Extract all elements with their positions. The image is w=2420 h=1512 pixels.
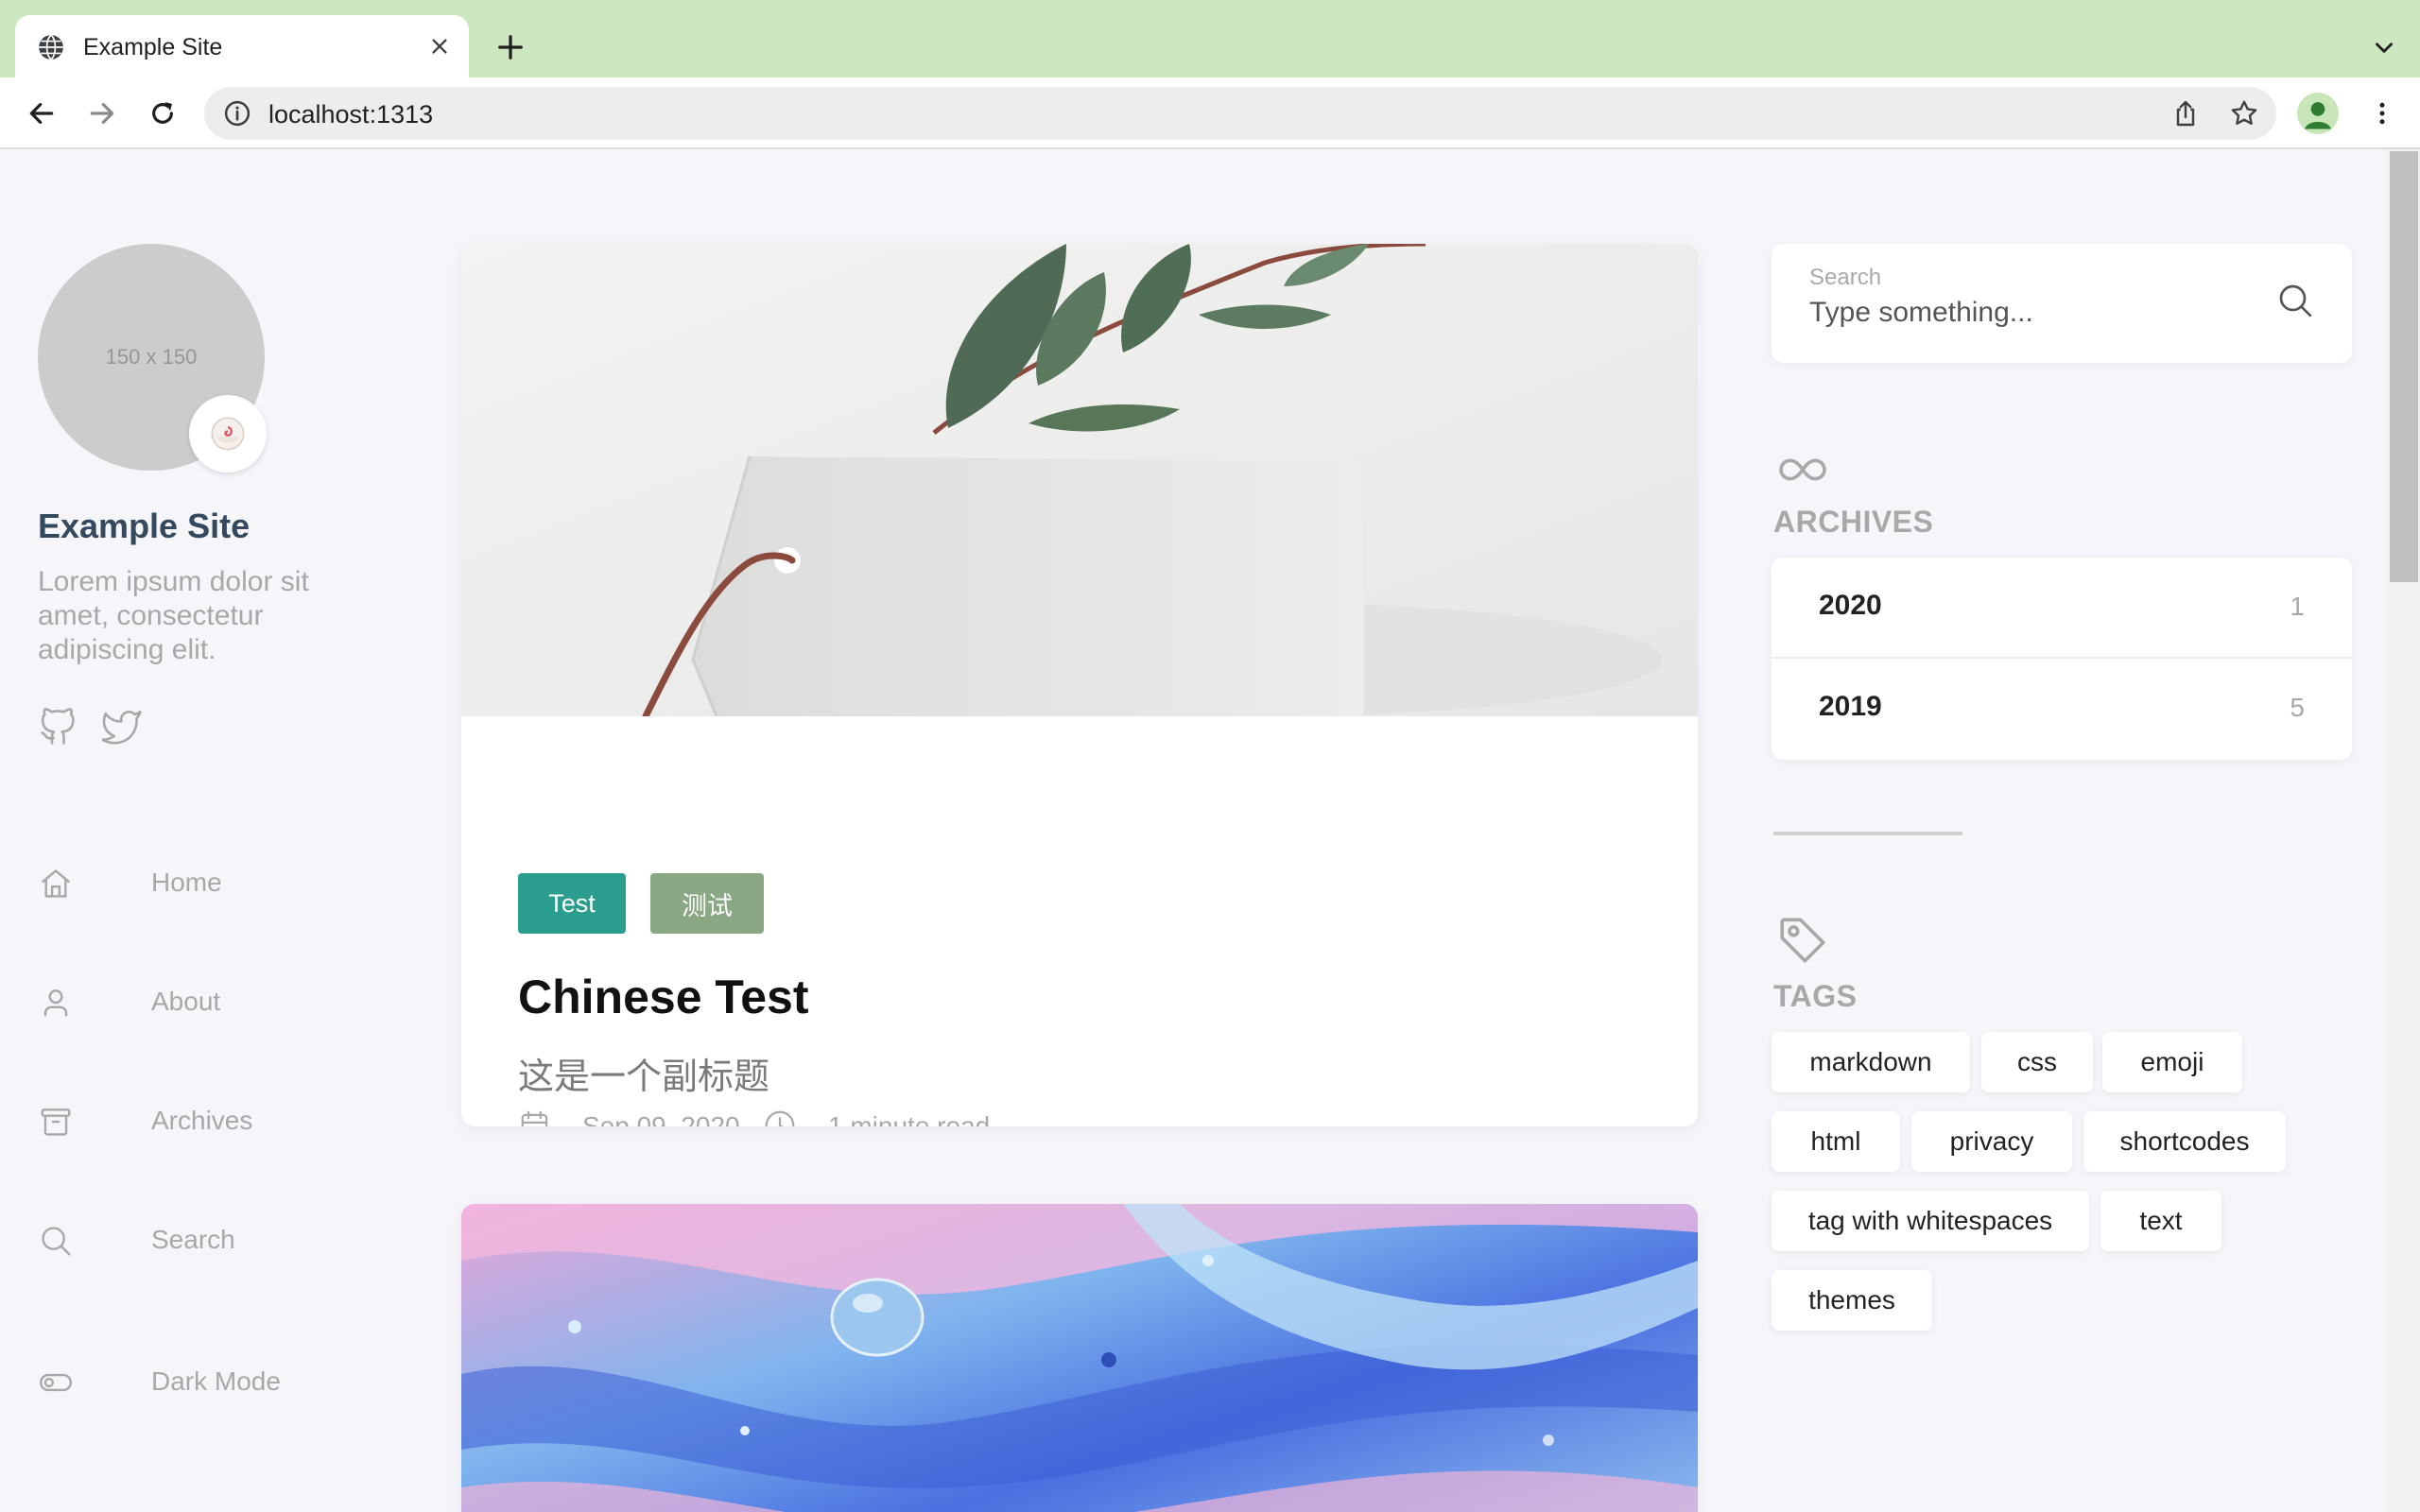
nav-label-dark-mode: Dark Mode [151,1366,281,1396]
back-button[interactable] [23,94,60,132]
archive-item-2019[interactable]: 2019 5 [1772,659,2352,760]
post-date: Sep 09, 2020 [582,1111,740,1126]
search-label: Search [1809,265,1882,290]
archives-title: ARCHIVES [1773,505,1934,539]
nav-label-search: Search [151,1225,235,1254]
github-icon[interactable] [38,705,79,747]
home-icon [41,869,71,898]
tab-search-chevron-icon[interactable] [2365,28,2403,66]
archive-year: 2019 [1819,691,1882,722]
search-icon[interactable] [2276,282,2314,319]
nav-label-archives: Archives [151,1106,253,1135]
search-widget: Search [1772,244,2352,363]
user-icon [43,989,68,1017]
post-card[interactable]: Test 测试 Chinese Test 这是一个副标题 Sep 09, 202… [461,244,1698,1126]
post-card[interactable] [461,1204,1698,1512]
bookmark-star-icon[interactable] [2229,98,2259,129]
tag-pill-css[interactable]: css [1981,1032,2093,1092]
site-info-icon[interactable] [223,99,251,128]
archive-item-2020[interactable]: 2020 1 [1772,558,2352,659]
emoji-badge-icon [189,395,267,472]
tag-pill-privacy[interactable]: privacy [1911,1111,2072,1172]
avatar-placeholder-text: 150 x 150 [105,345,198,369]
search-icon [42,1227,71,1256]
search-input[interactable] [1809,297,2244,329]
tag-pill-themes[interactable]: themes [1772,1270,1932,1331]
post-cover-image[interactable] [461,244,1698,716]
archive-icon [41,1108,71,1136]
tag-pill-tag-with-whitespaces[interactable]: tag with whitespaces [1772,1191,2089,1251]
browser-toolbar: localhost:1313 [0,77,2420,149]
toggle-icon [39,1373,73,1392]
forward-button[interactable] [83,94,121,132]
category-chip-test[interactable]: Test [518,873,626,934]
site-title[interactable]: Example Site [38,507,250,546]
tag-pill-text[interactable]: text [2100,1191,2221,1251]
post-title[interactable]: Chinese Test [518,970,809,1024]
browser-tab[interactable]: Example Site [15,15,469,77]
url-text[interactable]: localhost:1313 [268,100,433,129]
tag-icon [1780,918,1825,963]
page-viewport: 150 x 150 Example Site Lorem ipsum dolor… [0,149,2386,1512]
nav-item-archives[interactable]: Archives [38,1098,378,1143]
tags-title: TAGS [1773,979,1858,1013]
browser-tabstrip: Example Site [0,0,2420,77]
profile-avatar-icon[interactable] [2297,93,2339,134]
tag-pill-markdown[interactable]: markdown [1772,1032,1970,1092]
section-divider [1773,832,1962,835]
address-bar[interactable]: localhost:1313 [204,87,2276,140]
reload-button[interactable] [144,94,182,132]
post-read-time: 1 minute read [828,1111,991,1126]
nav-label-about: About [151,987,221,1016]
category-chip-chinese-test[interactable]: 测试 [650,873,764,934]
tag-pill-html[interactable]: html [1772,1111,1900,1172]
site-description: Lorem ipsum dolor sit amet, consectetur … [38,566,309,665]
twitter-icon[interactable] [102,705,144,747]
page-scrollbar-thumb[interactable] [2390,151,2418,582]
new-tab-button[interactable] [492,28,529,66]
tab-title: Example Site [83,34,223,60]
tag-pill-shortcodes[interactable]: shortcodes [2083,1111,2286,1172]
browser-menu-icon[interactable] [2363,94,2401,132]
post-cover-image[interactable] [461,1204,1698,1512]
infinity-icon [1779,458,1826,481]
tag-pill-emoji[interactable]: emoji [2102,1032,2242,1092]
nav-label-home: Home [151,868,222,897]
clock-icon [765,1110,795,1126]
archives-list: 2020 1 2019 5 [1772,558,2352,760]
post-subtitle: 这是一个副标题 [518,1057,770,1097]
share-icon[interactable] [2170,98,2201,129]
nav-item-home[interactable]: Home [38,860,378,905]
close-tab-icon[interactable] [424,30,456,62]
archive-count: 5 [2290,693,2305,722]
calendar-icon [521,1110,548,1126]
archive-year: 2020 [1819,590,1882,621]
nav-item-dark-mode[interactable]: Dark Mode [38,1359,378,1404]
nav-item-about[interactable]: About [38,979,378,1024]
nav-item-search[interactable]: Search [38,1217,378,1263]
archive-count: 1 [2290,592,2305,621]
globe-icon [39,34,63,60]
